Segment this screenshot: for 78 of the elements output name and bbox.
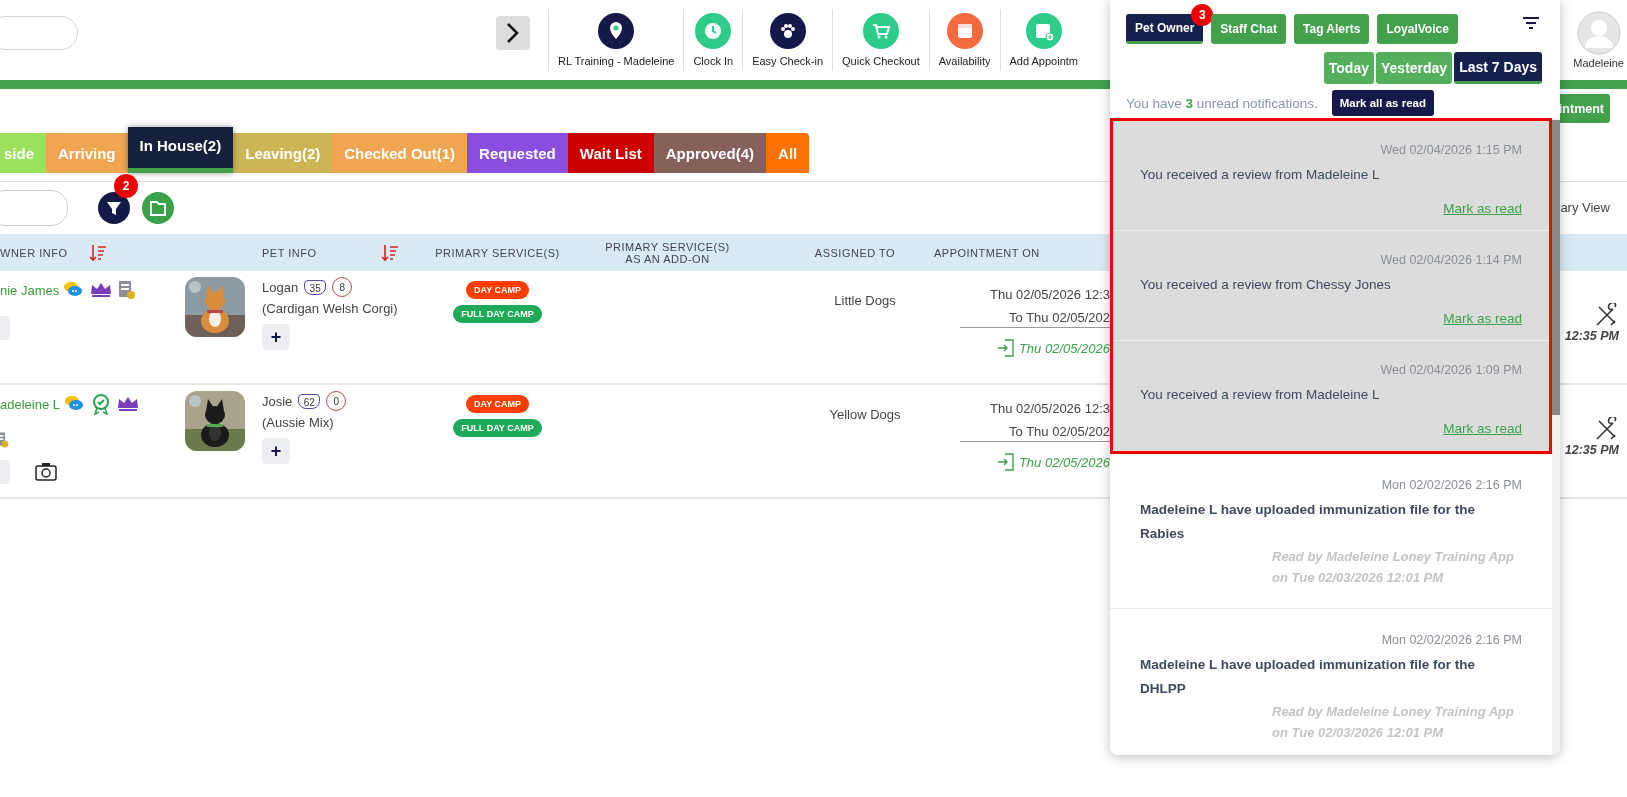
toolbar-item[interactable]: Clock In [683,9,743,71]
add-button[interactable]: + [262,324,290,350]
appointment-start: Thu 02/05/2026 12:3 [990,401,1110,416]
notification-message: You received a review from Madeleine L [1140,166,1381,184]
pet-name[interactable]: Josie [262,393,293,409]
add-button[interactable]: + [262,438,290,464]
owner-name[interactable]: nie James [0,282,60,298]
column-header: PRIMARY SERVICE(S) AS AN ADD-ON [605,240,730,265]
toolbar-item[interactable]: RL Training - Madeleine [548,9,684,71]
notification-message: Madeleine L have uploaded immunization file for the DHLPP [1140,656,1477,698]
filter-count-badge: 2 [114,174,138,198]
folder-icon[interactable] [142,192,174,224]
read-by-note: on Tue 02/03/2026 12:01 PM [1272,569,1445,587]
mark-all-read-button[interactable]: Mark all as read [1331,90,1434,116]
weight-badge: 62 [298,393,321,409]
notification-time: Wed 02/04/2026 1:09 PM [1380,363,1522,377]
pet-breed: (Cardigan Welsh Corgi) [262,301,398,316]
notification-time: Mon 02/02/2026 2:16 PM [1381,478,1522,492]
service-tag: FULL DAY CAMP [453,419,542,437]
owner-name[interactable]: adeleine L [0,396,60,412]
notification-message: You received a review from Chessy Jones [1140,276,1392,294]
date-filter-button[interactable]: Last 7 Days [1454,52,1542,84]
assigned-group: Little Dogs [834,293,896,308]
status-tab[interactable]: Approved(4) [653,133,767,173]
assigned-group: Yellow Dogs [829,407,901,422]
chevron-right-icon [506,22,520,44]
notification-item[interactable]: Wed 02/04/2026 1:09 PM You received a review from Madeleine L Mark as read [1113,341,1549,451]
unread-summary: You have 3 unread notifications. [1126,95,1318,111]
toolbar-item[interactable]: Quick Checkout [832,9,929,71]
notification-message: You received a review from Madeleine L [1140,386,1381,404]
appointment-time: 12:35 PM [1564,443,1619,457]
check-in-icon [996,452,1015,472]
read-by-note: on Tue 02/03/2026 12:01 PM [1272,724,1445,742]
status-tab[interactable]: In House(2) [127,127,234,173]
status-tab[interactable]: Requested [467,133,568,173]
weight-badge: 35 [304,279,327,295]
check-in-date: Thu 02/05/2026 [1018,454,1110,470]
notification-time: Wed 02/04/2026 1:14 PM [1380,253,1522,267]
unread-count-badge: 3 [1191,4,1214,26]
service-tag: DAY CAMP [466,281,529,299]
pet-breed: (Aussie Mix) [262,415,334,430]
appointment-start: Thu 02/05/2026 12:3 [990,287,1110,302]
check-in-icon [996,338,1015,358]
sort-icon[interactable] [89,242,108,263]
award-icon[interactable] [90,393,112,415]
notification-item[interactable]: Wed 02/04/2026 1:14 PM You received a review from Chessy Jones Mark as read [1113,231,1549,341]
service-tag: FULL DAY CAMP [453,305,542,323]
status-tab[interactable]: Wait List [567,133,654,173]
sort-icon[interactable] [380,242,399,263]
scrollbar[interactable] [1552,118,1560,755]
notification-time: Wed 02/04/2026 1:15 PM [1380,143,1522,157]
user-name[interactable]: Madeleine [1573,57,1624,69]
toolbar-item[interactable]: Availability [928,9,1000,71]
appointment-end: To Thu 02/05/202 [960,424,1110,442]
column-header: PET INFO [262,246,317,259]
toolbar-item[interactable]: Add Appointm [999,9,1087,71]
notification-message: Madeleine L have uploaded immunization file for the Rabies [1140,501,1477,543]
read-by-note: Read by Madeleine Loney Training App [1272,703,1515,721]
notification-item[interactable]: Mon 02/02/2026 2:16 PM Madeleine L have uploaded immunization file for the Rabies Read by Madeleine Loney Training App on Tue 02/03/2026 12:01 PM [1110,454,1552,609]
appointment-end: To Thu 02/05/202 [960,310,1110,328]
column-header: PRIMARY SERVICE(S) [435,246,560,259]
read-by-note: Read by Madeleine Loney Training App [1272,548,1515,566]
service-tag: DAY CAMP [466,395,529,413]
expand-button[interactable] [496,16,530,50]
filter-icon[interactable] [1522,16,1540,30]
toolbar-item[interactable]: Easy Check-in [742,9,833,71]
column-header: ASSIGNED TO [814,246,896,259]
appointment-time: 12:35 PM [1564,329,1619,343]
column-header: WNER INFO [0,246,68,259]
column-header: APPOINTMENT ON [934,246,1040,259]
view-toggle-label[interactable]: ary View [1560,200,1610,215]
filter-icon[interactable] [98,192,130,224]
notification-time: Mon 02/02/2026 2:16 PM [1381,633,1522,647]
notification-item[interactable]: Mon 02/02/2026 2:16 PM Madeleine L have uploaded immunization file for the DHLPP Read by Madeleine Loney Training App on Tue 02/03/2026 12:01 PM [1110,609,1552,755]
check-in-date: Thu 02/05/2026 [1018,340,1110,356]
camera-icon[interactable] [34,460,58,484]
notification-item[interactable]: Wed 02/04/2026 1:15 PM You received a review from Madeleine L Mark as read [1113,121,1549,231]
pet-name[interactable]: Logan [262,279,299,295]
